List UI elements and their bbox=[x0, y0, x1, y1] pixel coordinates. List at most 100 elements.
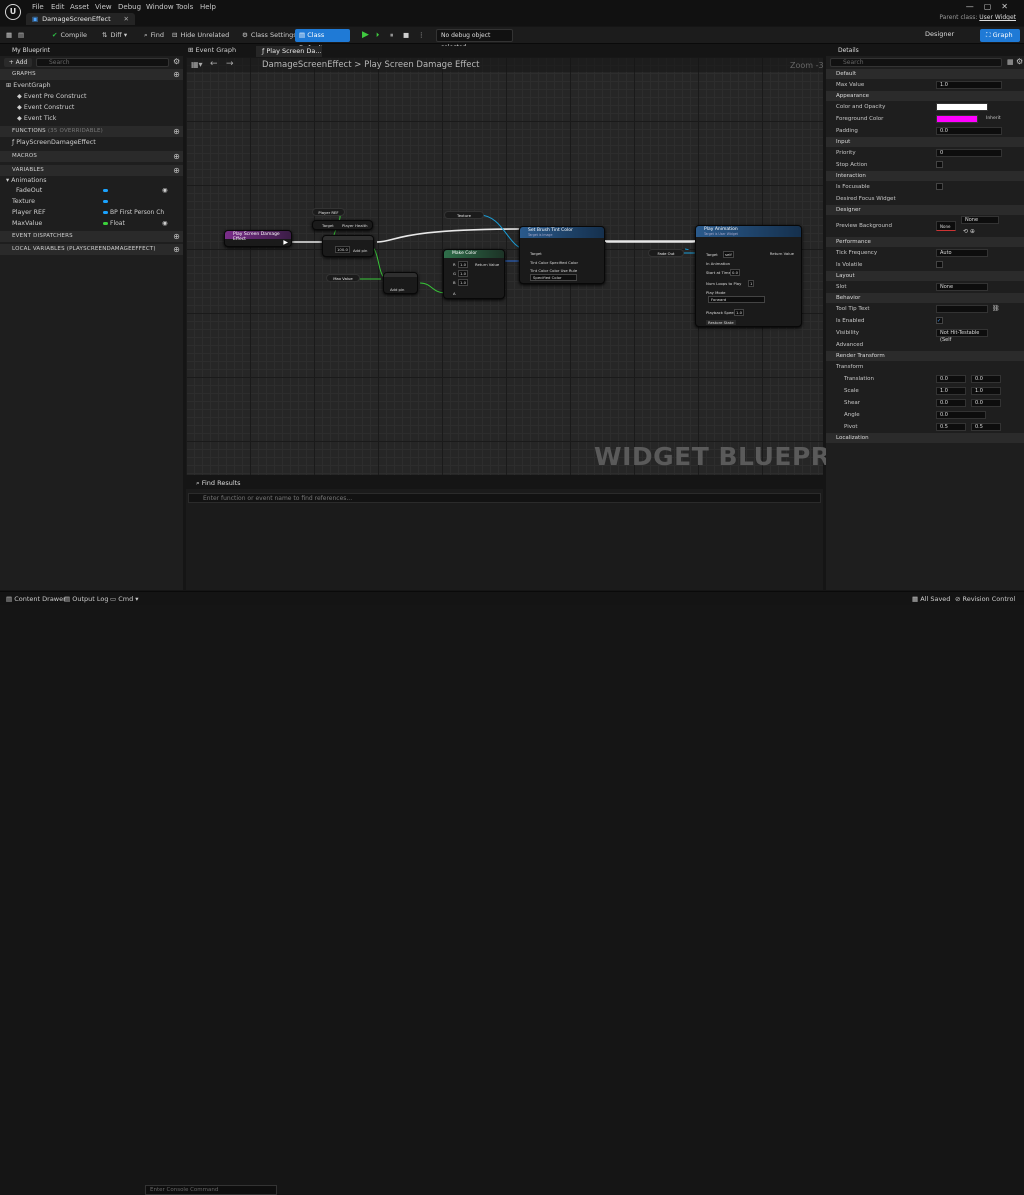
console-input[interactable]: Enter Console Command bbox=[145, 1185, 277, 1195]
window-controls[interactable]: —▢✕ bbox=[966, 2, 1018, 11]
blueprint-search-input[interactable]: Search bbox=[36, 58, 169, 67]
stop-icon[interactable]: ■ bbox=[403, 30, 409, 41]
add-pin-label[interactable]: Add pin bbox=[390, 287, 404, 292]
value-field[interactable]: 0 bbox=[936, 149, 1002, 157]
transform-y-field[interactable]: 0.0 bbox=[971, 399, 1001, 407]
save-icon[interactable]: ▦ bbox=[6, 30, 12, 41]
add-function-icon[interactable]: ⊕ bbox=[173, 126, 180, 137]
variable-row[interactable]: Texture bbox=[0, 196, 183, 207]
debug-object-select[interactable]: No debug object selected ▾ bbox=[436, 29, 513, 51]
variables-section[interactable]: VARIABLES ⊕ bbox=[0, 165, 183, 176]
content-drawer-button[interactable]: ▤ Content Drawer bbox=[6, 594, 66, 604]
inherit-checkbox[interactable]: Inherit bbox=[986, 113, 1001, 125]
set-brush-tint-node[interactable]: Set Brush Tint Color Target is Image Targ… bbox=[519, 226, 605, 284]
add-pin-label[interactable]: Add pin bbox=[353, 248, 367, 253]
tooltip-input[interactable] bbox=[936, 305, 988, 313]
compile-button[interactable]: ✔ Compile bbox=[52, 30, 87, 41]
document-tab[interactable]: ▣ DamageScreenEffect ✕ bbox=[26, 13, 135, 25]
event-item[interactable]: ◆ Event Pre Construct bbox=[0, 91, 183, 102]
menu-window[interactable]: Window bbox=[146, 3, 174, 11]
transform-x-field[interactable]: 1.0 bbox=[936, 387, 966, 395]
checkbox[interactable] bbox=[936, 161, 943, 168]
tint-rule-dropdown[interactable]: Specified Color bbox=[530, 274, 577, 281]
tab-event-graph[interactable]: ⊞ Event Graph bbox=[188, 46, 236, 54]
parent-class-link[interactable]: User Widget bbox=[979, 14, 1016, 21]
variable-row[interactable]: FadeOut ◉ bbox=[0, 185, 183, 196]
find-button[interactable]: ⌕ Find bbox=[144, 30, 164, 41]
add-macro-icon[interactable]: ⊕ bbox=[173, 151, 180, 162]
add-dispatcher-icon[interactable]: ⊕ bbox=[173, 231, 180, 242]
menu-debug[interactable]: Debug bbox=[118, 3, 141, 11]
checkbox[interactable] bbox=[936, 183, 943, 190]
angle-field[interactable]: 0.0 bbox=[936, 411, 986, 419]
g-value[interactable]: 1.0 bbox=[458, 270, 469, 277]
pause-icon[interactable]: ⏸ bbox=[390, 30, 393, 41]
start-at-value[interactable]: 0.0 bbox=[730, 269, 741, 276]
play-icon[interactable]: ▶ bbox=[362, 30, 372, 40]
function-item[interactable]: ƒ PlayScreenDamageEffect bbox=[0, 137, 183, 148]
menu-asset[interactable]: Asset bbox=[70, 3, 89, 11]
details-section-behavior[interactable]: Behavior bbox=[826, 293, 1024, 303]
macros-section[interactable]: MACROS ⊕ bbox=[0, 151, 183, 162]
output-log-button[interactable]: ▤ Output Log bbox=[64, 594, 108, 604]
details-section-input[interactable]: Input bbox=[826, 137, 1024, 147]
class-defaults-button[interactable]: ▤ Class Defaults bbox=[295, 29, 350, 52]
unreal-logo-icon[interactable]: U bbox=[5, 4, 21, 20]
restore-state-label[interactable]: Restore State bbox=[706, 320, 736, 325]
add-graph-icon[interactable]: ⊕ bbox=[173, 69, 180, 80]
bind-icon[interactable]: ⛓ bbox=[992, 303, 1000, 315]
event-dispatchers-section[interactable]: EVENT DISPATCHERS ⊕ bbox=[0, 231, 183, 242]
texture-node[interactable]: Texture bbox=[444, 211, 484, 219]
details-search-input[interactable]: Search bbox=[830, 58, 1002, 67]
max-value-node[interactable]: Max Value bbox=[326, 274, 360, 282]
transform-y-field[interactable]: 1.0 bbox=[971, 387, 1001, 395]
value-field[interactable]: 1.0 bbox=[936, 81, 1002, 89]
class-settings-button[interactable]: ⚙ Class Settings bbox=[242, 30, 297, 41]
hide-unrelated-button[interactable]: ⊟ Hide Unrelated bbox=[172, 30, 229, 41]
step-icon[interactable]: ⏵ bbox=[376, 30, 379, 41]
close-tab-icon[interactable]: ✕ bbox=[124, 15, 129, 23]
functions-section[interactable]: FUNCTIONS (35 OVERRIDABLE) ⊕ bbox=[0, 126, 183, 137]
menu-view[interactable]: View bbox=[95, 3, 112, 11]
dropdown[interactable]: Auto bbox=[936, 249, 988, 257]
color-swatch[interactable] bbox=[936, 103, 988, 111]
divide-value[interactable]: 100.0 bbox=[335, 246, 350, 253]
details-section-performance[interactable]: Performance bbox=[826, 237, 1024, 247]
checkbox[interactable] bbox=[936, 261, 943, 268]
add-button[interactable]: + Add bbox=[4, 58, 32, 67]
all-saved-indicator[interactable]: ▦ All Saved bbox=[912, 594, 950, 604]
divide-node[interactable]: 100.0 Add pin bbox=[322, 235, 374, 257]
preview-background-swatch[interactable]: None bbox=[936, 221, 956, 231]
eye-icon[interactable]: ◉ bbox=[162, 218, 168, 229]
revision-control-button[interactable]: ⊘ Revision Control bbox=[955, 594, 1015, 604]
event-item[interactable]: ◆ Event Tick bbox=[0, 113, 183, 124]
value-field[interactable]: 0.0 bbox=[936, 127, 1002, 135]
eye-icon[interactable]: ◉ bbox=[162, 185, 168, 196]
variable-row[interactable]: MaxValue Float ◉ bbox=[0, 218, 183, 229]
details-section-default[interactable]: Default bbox=[826, 69, 1024, 79]
add-local-variable-icon[interactable]: ⊕ bbox=[173, 244, 180, 255]
multiply-node[interactable]: Add pin bbox=[383, 272, 418, 294]
details-section-render-transform[interactable]: Render Transform bbox=[826, 351, 1024, 361]
gear-icon[interactable]: ⚙ bbox=[173, 57, 180, 66]
fade-out-node[interactable]: Fade Out bbox=[648, 249, 684, 257]
local-variables-section[interactable]: LOCAL VARIABLES (PLAYSCREENDAMAGEEFFECT)… bbox=[0, 244, 183, 255]
make-color-node[interactable]: Make Color R 1.0 Return Value G 1.0 B 1.… bbox=[443, 249, 505, 299]
find-input[interactable]: Enter function or event name to find ref… bbox=[188, 493, 821, 503]
b-value[interactable]: 1.0 bbox=[458, 279, 469, 286]
transform-x-field[interactable]: 0.0 bbox=[936, 375, 966, 383]
target-self-value[interactable]: self bbox=[723, 251, 734, 258]
details-section-appearance[interactable]: Appearance bbox=[826, 91, 1024, 101]
designer-button[interactable]: Designer bbox=[925, 30, 954, 38]
add-variable-icon[interactable]: ⊕ bbox=[173, 165, 180, 176]
browse-icon[interactable]: ▤ bbox=[18, 30, 24, 41]
variable-row[interactable]: Player REF BP First Person Ch bbox=[0, 207, 183, 218]
transform-x-field[interactable]: 0.0 bbox=[936, 399, 966, 407]
details-section-interaction[interactable]: Interaction bbox=[826, 171, 1024, 181]
dropdown[interactable]: None bbox=[936, 283, 988, 291]
menu-edit[interactable]: Edit bbox=[51, 3, 65, 11]
event-item[interactable]: ◆ Event Construct bbox=[0, 102, 183, 113]
exec-pin-icon[interactable]: ▶ bbox=[283, 239, 288, 246]
menu-file[interactable]: File bbox=[32, 3, 44, 11]
tab-play-screen-damage[interactable]: ƒ Play Screen Da... bbox=[256, 46, 322, 57]
